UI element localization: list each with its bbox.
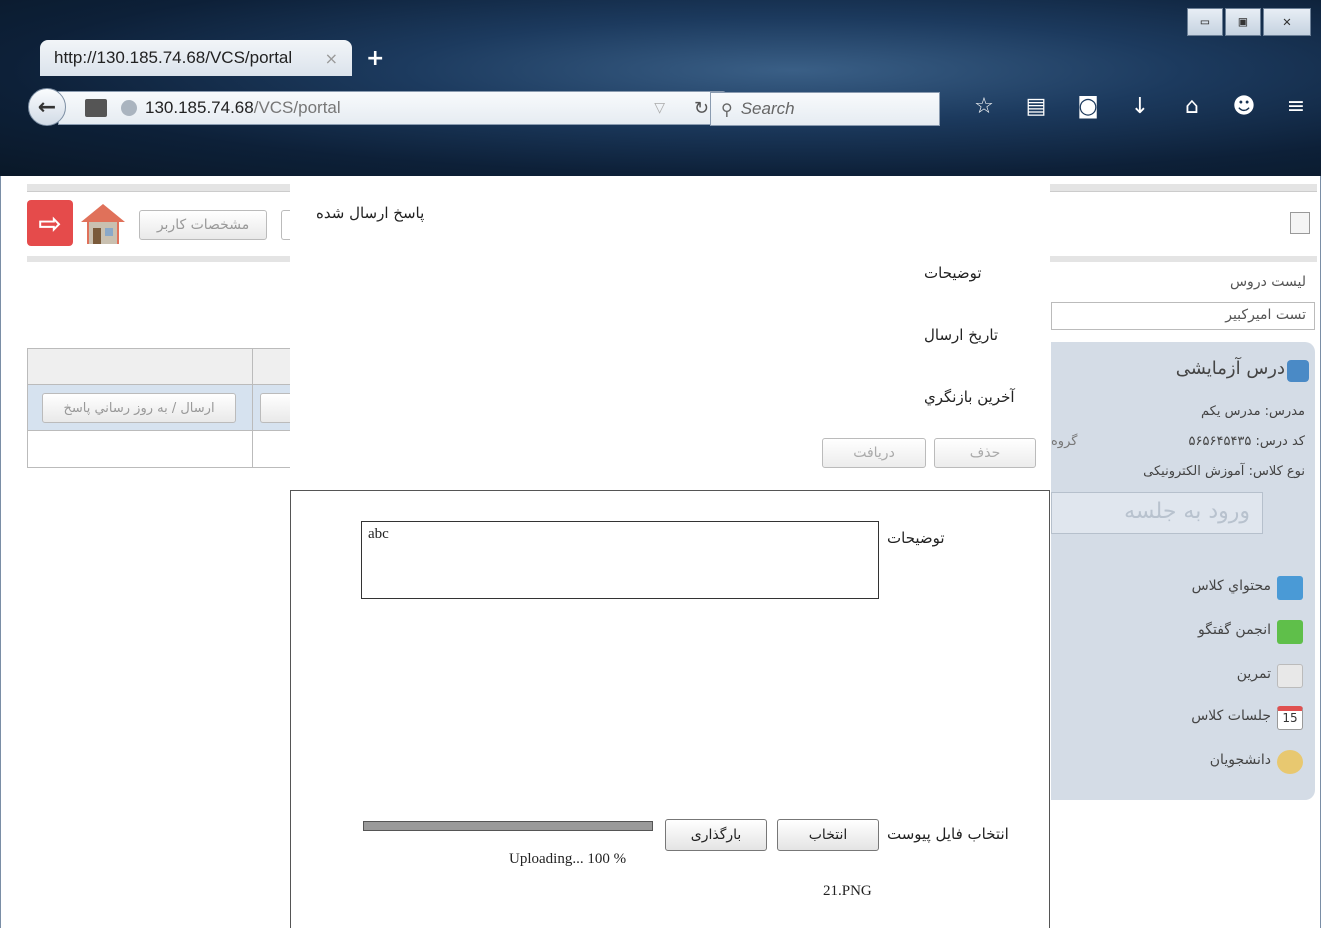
class-type-label: نوع کلاس: — [1248, 464, 1305, 479]
teacher-info: مدرس: مدرس یکم — [1201, 404, 1305, 419]
assignments-table: ارسال / به روز رساني پاسخ — [27, 348, 292, 468]
house-icon — [81, 204, 125, 244]
table-header — [28, 349, 290, 385]
user-profile-button[interactable]: مشخصات کاربر — [139, 210, 267, 240]
upload-progress-fill — [364, 822, 652, 830]
send-date-label: تاریخ ارسال — [924, 326, 999, 344]
close-window-button[interactable]: ✕ — [1263, 8, 1311, 36]
url-path: /VCS/portal — [253, 98, 341, 117]
teacher-label: مدرس: — [1264, 404, 1305, 419]
course-icon — [1287, 360, 1309, 382]
teacher-value: مدرس یکم — [1201, 404, 1261, 419]
calendar-icon: 15 — [1277, 706, 1303, 730]
window-controls: ▭ ▣ ✕ — [1187, 8, 1311, 36]
sidebar-item-students[interactable]: دانشجويان — [1210, 752, 1271, 768]
course-panel: درس آزمایشی مدرس: مدرس یکم کد درس: ۵۶۵۶۴… — [1051, 342, 1315, 800]
description-textarea[interactable]: abc — [361, 521, 879, 599]
nav-bar: 130.185.74.68/VCS/portal ▽ ↻ ← ⚲ Search … — [24, 84, 1314, 130]
browser-chrome: ▭ ▣ ✕ http://130.185.74.68/VCS/portal × … — [0, 0, 1321, 176]
form-description-label: توضیحات — [887, 529, 945, 547]
choose-file-button[interactable]: انتخاب — [777, 819, 879, 851]
url-bar[interactable]: 130.185.74.68/VCS/portal ▽ ↻ — [58, 91, 726, 125]
back-arrow-icon: ← — [37, 94, 57, 120]
download-icon[interactable]: ↓ — [1114, 94, 1166, 119]
exit-button[interactable]: ⇨ — [27, 200, 73, 246]
description-label: توضیحات — [924, 264, 982, 282]
minimize-button[interactable]: ▭ — [1187, 8, 1223, 36]
search-placeholder: Search — [740, 99, 795, 118]
table-column-divider — [252, 349, 253, 467]
last-review-label: آخرین بازنگري — [924, 388, 1015, 406]
course-code-label: کد درس: — [1255, 434, 1305, 449]
delete-button[interactable]: حذف — [934, 438, 1036, 468]
course-code-info: کد درس: ۵۶۵۶۴۵۴۳۵ — [1189, 434, 1305, 449]
table-row: ارسال / به روز رساني پاسخ — [28, 385, 292, 431]
reading-list-icon[interactable]: ▤ — [1010, 94, 1062, 119]
row-action-button[interactable] — [260, 393, 292, 423]
site-identity-icon[interactable] — [85, 99, 107, 117]
sidebar-item-exercise[interactable]: تمرین — [1237, 666, 1271, 682]
submitted-answer-dialog: پاسخ ارسال شده توضیحات تاریخ ارسال آخرین… — [290, 176, 1050, 928]
file-name: 21.PNG — [823, 883, 872, 899]
sidebar-item-content[interactable]: محتواي کلاس — [1192, 578, 1271, 594]
new-tab-button[interactable]: + — [366, 46, 384, 71]
pocket-icon[interactable]: ◙ — [1062, 94, 1114, 119]
enter-session-button[interactable]: ورود به جلسه — [1051, 492, 1263, 534]
maximize-button[interactable]: ▣ — [1225, 8, 1261, 36]
globe-icon — [121, 100, 137, 116]
course-list-title: لیست دروس — [1229, 274, 1306, 290]
url-host: 130.185.74.68 — [145, 98, 254, 117]
send-answer-button[interactable]: ارسال / به روز رساني پاسخ — [42, 393, 236, 423]
upload-button[interactable]: بارگذاری — [665, 819, 767, 851]
folder-icon — [1277, 576, 1303, 600]
chat-icon[interactable]: ☻ — [1218, 94, 1270, 119]
attachment-label: انتخاب فایل پیوست — [887, 825, 1009, 843]
menu-icon[interactable]: ≡ — [1270, 94, 1321, 119]
url-dropdown-icon[interactable]: ▽ — [654, 100, 665, 116]
answer-form: توضیحات abc انتخاب فایل پیوست انتخاب بار… — [290, 490, 1050, 928]
course-select[interactable]: تست امیرکبیر — [1051, 302, 1315, 330]
receive-button[interactable]: دریافت — [822, 438, 926, 468]
document-icon — [1277, 664, 1303, 688]
chat-bubble-icon — [1277, 620, 1303, 644]
users-icon — [1277, 750, 1303, 774]
edit-icon[interactable] — [1290, 212, 1310, 234]
class-type-value: آموزش الکترونیکی — [1143, 464, 1245, 479]
upload-progress-bar — [363, 821, 653, 831]
home-button[interactable] — [79, 200, 127, 248]
search-icon: ⚲ — [721, 99, 733, 119]
reload-icon[interactable]: ↻ — [694, 98, 709, 119]
bookmark-star-icon[interactable]: ☆ — [958, 94, 1010, 119]
upload-status: Uploading... 100 % — [509, 851, 627, 867]
toolbar-icons: ☆ ▤ ◙ ↓ ⌂ ☻ ≡ — [958, 94, 1321, 119]
group-label: گروه — [1051, 434, 1078, 449]
course-code-value: ۵۶۵۶۴۵۴۳۵ — [1188, 434, 1252, 449]
home-icon[interactable]: ⌂ — [1166, 94, 1218, 119]
dialog-title: پاسخ ارسال شده — [316, 204, 425, 222]
tab-title: http://130.185.74.68/VCS/portal — [54, 48, 293, 67]
sidebar-item-sessions[interactable]: جلسات کلاس — [1191, 708, 1271, 724]
class-type-info: نوع کلاس: آموزش الکترونیکی — [1143, 464, 1305, 479]
browser-tab[interactable]: http://130.185.74.68/VCS/portal × — [40, 40, 352, 76]
sidebar-item-forum[interactable]: انجمن گفتگو — [1198, 622, 1271, 638]
search-input[interactable]: ⚲ Search — [710, 92, 940, 126]
exit-icon: ⇨ — [38, 206, 62, 240]
course-name: درس آزمایشی — [1175, 358, 1285, 379]
tab-close-icon[interactable]: × — [325, 49, 338, 68]
back-button[interactable]: ← — [28, 88, 66, 126]
